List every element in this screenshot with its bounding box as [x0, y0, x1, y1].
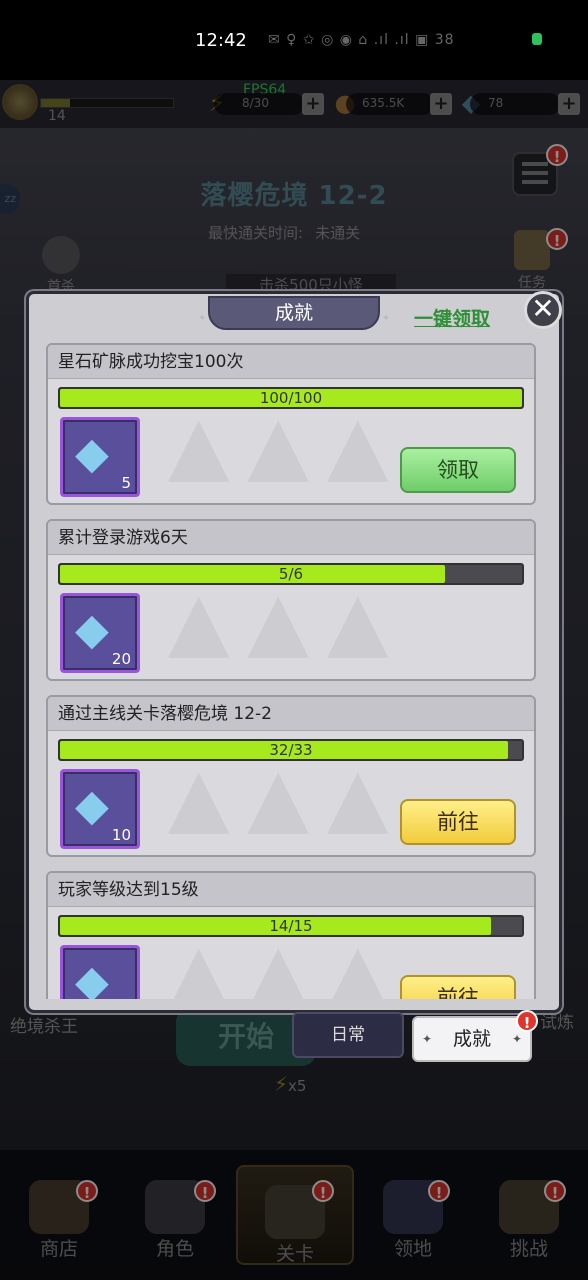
status-time: 12:42: [195, 30, 247, 51]
goto-button[interactable]: 前往: [400, 975, 516, 999]
progress-bar: 100/100: [58, 387, 524, 409]
dialog-title: 成就: [198, 296, 390, 334]
reward-quantity: 10: [111, 826, 131, 844]
reward-quantity: 20: [111, 650, 131, 668]
status-bar: 12:42 ✉ ♀ ✩ ◎ ◉ ⌂ .ıl .ıl ▣ 38: [0, 0, 588, 80]
diamond-icon: ◆: [75, 956, 109, 999]
claim-all-button[interactable]: 一键领取: [414, 304, 490, 331]
achievement-title: 通过主线关卡落樱危境 12-2: [48, 697, 534, 731]
tab-achievements-label: 成就: [452, 1028, 491, 1050]
close-icon[interactable]: ✕: [524, 291, 562, 329]
progress-bar: 32/33: [58, 739, 524, 761]
progress-bar: 5/6: [58, 563, 524, 585]
sparkle-icon: ✦: [422, 1032, 433, 1046]
reward-quantity: 5: [121, 474, 131, 492]
diamond-icon: ◆: [75, 780, 109, 831]
goto-button[interactable]: 前往: [400, 799, 516, 845]
achievement-card: 星石矿脉成功挖宝100次 ▲▲▲ 100/100 ◆ 5 领取: [46, 343, 536, 505]
reward-item[interactable]: ◆ 5: [60, 417, 140, 497]
diamond-icon: ◆: [75, 428, 109, 479]
achievement-title: 星石矿脉成功挖宝100次: [48, 345, 534, 379]
diamond-icon: ◆: [75, 604, 109, 655]
achievement-title: 累计登录游戏6天: [48, 521, 534, 555]
achievement-card: 通过主线关卡落樱危境 12-2 ▲▲▲ 32/33 ◆ 10 前往: [46, 695, 536, 857]
progress-bar: 14/15: [58, 915, 524, 937]
reward-item[interactable]: ◆ 20: [60, 593, 140, 673]
progress-text: 5/6: [278, 565, 304, 583]
progress-text: 100/100: [259, 389, 323, 407]
achievement-title: 玩家等级达到15级: [48, 873, 534, 907]
progress-text: 14/15: [269, 917, 313, 935]
tab-daily[interactable]: 日常: [292, 1012, 404, 1058]
achievement-card: 累计登录游戏6天 ▲▲▲ 5/6 ◆ 20: [46, 519, 536, 681]
achievement-card: 玩家等级达到15级 ▲▲▲ 14/15 ◆ 前往: [46, 871, 536, 999]
achievements-tab-badge: !: [516, 1010, 538, 1032]
reward-item[interactable]: ◆: [60, 945, 140, 999]
reward-item[interactable]: ◆ 10: [60, 769, 140, 849]
status-icons: ✉ ♀ ✩ ◎ ◉ ⌂ .ıl .ıl ▣ 38: [268, 32, 455, 48]
tab-achievements[interactable]: ✦ 成就 ✦: [412, 1016, 532, 1062]
progress-text: 32/33: [269, 741, 313, 759]
camera-indicator-icon: [532, 33, 542, 45]
claim-button[interactable]: 领取: [400, 447, 516, 493]
